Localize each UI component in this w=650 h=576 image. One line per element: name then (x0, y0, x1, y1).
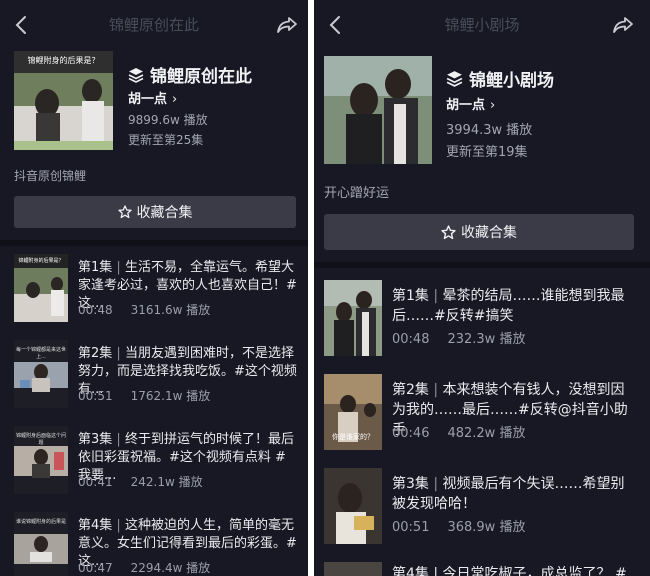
episode-thumbnail (324, 468, 382, 544)
episode-meta: 00:51 1762.1w 播放 (78, 387, 210, 404)
section-divider (314, 262, 650, 268)
collect-label: 收藏合集 (461, 225, 517, 241)
episode-title: 第4集 | 今日常吃椒子，成总监了？ #... (392, 566, 628, 576)
episode-item-partial[interactable]: 第4集 | 今日常吃椒子，成总监了？ #... (314, 562, 650, 576)
episode-item[interactable]: 第3集 | 视频最后有个失误……希望别被发现哈哈！ 00:51 368.9w 播放 (314, 468, 650, 548)
cover-image-icon (324, 56, 432, 164)
chevron-right-icon: › (172, 92, 178, 107)
episode-duration: 00:41 (78, 475, 113, 489)
episode-item[interactable]: 第1集 | 晕茶的结局……谁能想到我最后……#反转#搞笑 00:48 232.3w… (314, 280, 650, 360)
collection-plays: 3994.3w 播放 (446, 123, 533, 138)
collection-stack-icon (128, 67, 144, 83)
collection-title: 锦鲤原创在此 (150, 67, 252, 87)
episode-meta: 00:47 2294.4w 播放 (78, 559, 210, 576)
thumb-caption: 每一个锦鲤都是来这世上... (15, 347, 66, 360)
episode-item[interactable]: 每一个锦鲤都是来这世上... 第2集 | 当朋友遇到困难时，不是选择努力，而是选… (0, 340, 308, 412)
episode-thumbnail: 每一个锦鲤都是来这世上... (14, 340, 68, 408)
episode-number: 第4集 (78, 518, 113, 533)
episode-item[interactable]: 你是谁家的？ 第2集 | 本来想装个有钱人，没想到因为我的……最后……#反转@抖… (314, 374, 650, 454)
collection-updated: 更新至第25集 (128, 133, 204, 147)
right-collection-page: 锦鲤小剧场 锦鲤小剧场 胡一点 › 3994.3w 播放 更新至第19集 开心蹭好… (314, 0, 650, 576)
collection-plays: 9899.6w 播放 (128, 113, 208, 127)
thumb-caption: 锦鲤附身后面临这个问题 (15, 433, 66, 446)
episode-number: 第2集 (392, 382, 429, 398)
episode-thumbnail (324, 562, 382, 576)
top-bar: 锦鲤原创在此 (0, 0, 308, 50)
author-name: 胡一点 (446, 98, 486, 113)
share-icon[interactable] (610, 13, 636, 37)
episode-title: 第1集 | 晕茶的结局……谁能想到我最后……#反转#搞笑 (392, 288, 625, 324)
episode-duration: 00:51 (78, 389, 113, 403)
cover-caption: 锦鲤附身的后果是？ (27, 56, 100, 65)
thumb-caption: 谁说锦鲤附身的后果是 (15, 519, 66, 525)
author-link[interactable]: 胡一点 › (446, 94, 495, 113)
episode-plays: 1762.1w 播放 (130, 389, 211, 403)
collection-desc: 开心蹭好运 (324, 186, 390, 201)
collect-button[interactable]: 收藏合集 (324, 214, 634, 250)
episode-number: 第3集 (78, 432, 113, 447)
episode-meta: 00:48 232.3w 播放 (392, 328, 525, 347)
collection-cover[interactable] (324, 56, 432, 164)
episode-number: 第1集 (78, 260, 113, 275)
collect-button[interactable]: 收藏合集 (14, 196, 296, 228)
collection-cover[interactable]: 锦鲤附身的后果是？ (14, 51, 113, 150)
episode-item[interactable]: 锦鲤附身的后果是？ 第1集 | 生活不易，全靠运气。希望大家逢考必过，喜欢的人也… (0, 254, 308, 326)
thumb-caption: 你是谁家的？ (332, 433, 374, 441)
collect-label: 收藏合集 (136, 205, 193, 221)
episode-item[interactable]: 锦鲤附身后面临这个问题 第3集 | 终于到拼运气的时候了！最后依旧彩蛋祝福。#这… (0, 426, 308, 498)
collection-title-row: 锦鲤原创在此 (128, 62, 252, 87)
episode-thumbnail (324, 280, 382, 356)
comparison-stage: 锦鲤原创在此 锦鲤附身的后果是？ 锦鲤原创在此 胡一点 › 9899.6w 播放 … (0, 0, 650, 576)
episode-plays: 482.2w 播放 (447, 426, 526, 441)
episode-plays: 232.3w 播放 (447, 332, 526, 347)
episode-thumbnail: 你是谁家的？ (324, 374, 382, 450)
episode-duration: 00:48 (78, 303, 113, 317)
author-name: 胡一点 (128, 92, 168, 107)
author-link[interactable]: 胡一点 › (128, 88, 177, 107)
top-bar: 锦鲤小剧场 (314, 0, 650, 50)
episode-thumbnail: 锦鲤附身后面临这个问题 (14, 426, 68, 494)
episode-number: 第1集 (392, 288, 429, 304)
episode-meta: 00:41 242.1w 播放 (78, 473, 203, 490)
thumb-caption: 锦鲤附身的后果是？ (18, 258, 64, 264)
bar-title: 锦鲤小剧场 (444, 16, 520, 34)
episode-meta: 00:48 3161.6w 播放 (78, 301, 210, 318)
collection-title: 锦鲤小剧场 (469, 71, 554, 91)
collection-desc: 抖音原创锦鲤 (14, 169, 87, 183)
section-divider (0, 240, 308, 246)
chevron-right-icon: › (490, 98, 496, 113)
episode-title: 第3集 | 视频最后有个失误……希望别被发现哈哈！ (392, 476, 625, 512)
collection-updated: 更新至第19集 (446, 145, 528, 160)
episode-meta: 00:51 368.9w 播放 (392, 516, 525, 535)
collection-title-row: 锦鲤小剧场 (446, 66, 554, 91)
episode-plays: 3161.6w 播放 (130, 303, 211, 317)
star-outline-icon (117, 205, 132, 219)
episode-plays: 2294.4w 播放 (130, 561, 211, 575)
episode-number: 第2集 (78, 346, 113, 361)
episode-duration: 00:48 (392, 332, 430, 347)
episode-meta: 00:46 482.2w 播放 (392, 422, 525, 441)
collection-stack-icon (446, 71, 463, 87)
episode-duration: 00:51 (392, 520, 430, 535)
episode-item[interactable]: 谁说锦鲤附身的后果是 第4集 | 这种被迫的人生，简单的毫无意义。女生们记得看到… (0, 512, 308, 576)
left-collection-page: 锦鲤原创在此 锦鲤附身的后果是？ 锦鲤原创在此 胡一点 › 9899.6w 播放 … (0, 0, 308, 576)
episode-plays: 242.1w 播放 (130, 475, 203, 489)
episode-plays: 368.9w 播放 (447, 520, 526, 535)
share-icon[interactable] (274, 13, 300, 37)
episode-duration: 00:47 (78, 561, 113, 575)
episode-thumbnail: 谁说锦鲤附身的后果是 (14, 512, 68, 576)
episode-thumbnail: 锦鲤附身的后果是？ (14, 254, 68, 322)
bar-title: 锦鲤原创在此 (108, 16, 199, 34)
episode-duration: 00:46 (392, 426, 430, 441)
episode-number: 第3集 (392, 476, 429, 492)
star-outline-icon (441, 224, 456, 239)
